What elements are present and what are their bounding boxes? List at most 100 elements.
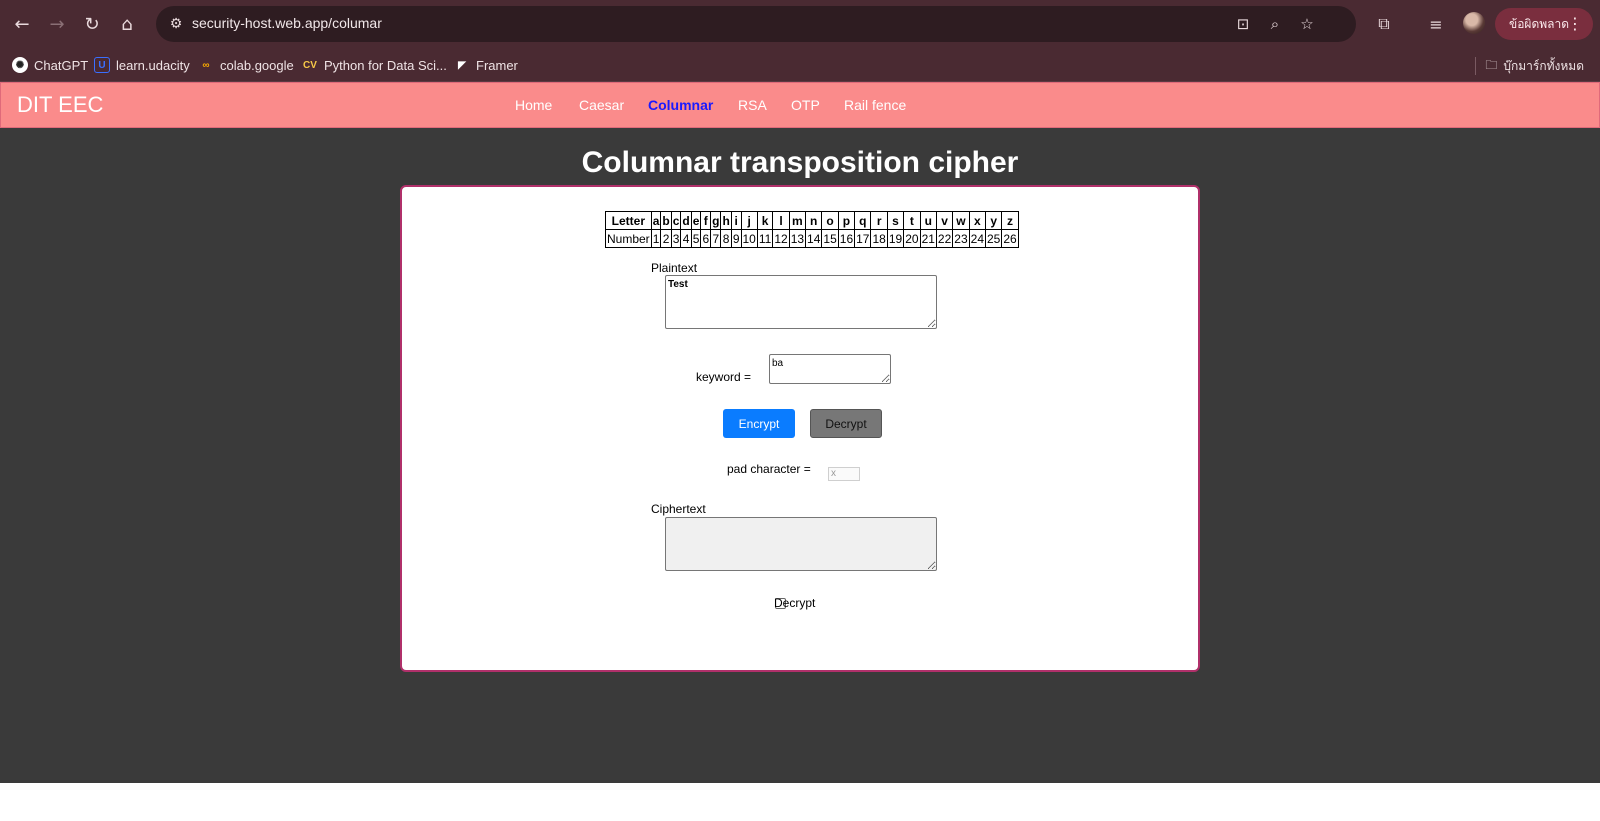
forward-icon[interactable]: → [43, 10, 71, 38]
nav-rsa[interactable]: RSA [738, 97, 767, 113]
bookmark-label: colab.google [220, 57, 294, 73]
letter-cell: r [870, 211, 888, 230]
reading-list-icon[interactable]: ≡ [1424, 12, 1448, 36]
letter-cell: x [968, 211, 987, 230]
pad-character-input[interactable]: x [828, 467, 860, 481]
reload-icon[interactable]: ↻ [78, 10, 106, 38]
address-bar[interactable]: ⚙ security-host.web.app/columar ⊡ ⌕ ☆ [156, 6, 1356, 42]
bookmark-label: Python for Data Sci... [324, 57, 447, 73]
number-cell: 20 [903, 229, 921, 248]
bookmark-label: ChatGPT [34, 57, 89, 73]
letter-cell: y [984, 211, 1003, 230]
letter-cell: u [919, 211, 937, 230]
letter-cell: i [730, 211, 742, 230]
letter-cell: e [690, 211, 702, 230]
letter-cell: d [680, 211, 692, 230]
colab-icon: ∞ [202, 59, 210, 71]
number-cell: 7 [710, 229, 722, 248]
number-cell: 25 [984, 229, 1003, 248]
number-cell: 11 [756, 229, 774, 248]
site-info-icon[interactable]: ⚙ [166, 14, 186, 34]
number-cell: 26 [1001, 229, 1019, 248]
nav-rail-fence[interactable]: Rail fence [844, 97, 906, 113]
home-icon[interactable]: ⌂ [113, 10, 141, 38]
plaintext-input[interactable]: Test [665, 275, 937, 329]
number-row: Number 1 2 3 4 5 6 7 8 9 10 11 12 13 14 15 16 17 18 19 20 21… [605, 229, 1019, 248]
nav-otp[interactable]: OTP [791, 97, 820, 113]
bookmark-star-icon[interactable]: ☆ [1296, 13, 1318, 35]
keyword-input[interactable]: ba [769, 354, 891, 384]
number-cell: 19 [886, 229, 905, 248]
letter-cell: s [886, 211, 905, 230]
install-app-icon[interactable]: ⊡ [1232, 13, 1254, 35]
letter-cell: c [670, 211, 682, 230]
extensions-icon[interactable]: ⧉ [1372, 12, 1396, 36]
nav-home[interactable]: Home [515, 97, 552, 113]
profile-avatar[interactable] [1463, 12, 1485, 34]
zoom-icon[interactable]: ⌕ [1264, 13, 1286, 35]
decrypt-button[interactable]: Decrypt [810, 409, 882, 438]
browser-toolbar: ← → ↻ ⌂ ⚙ security-host.web.app/columar … [0, 0, 1600, 48]
letter-cell: h [720, 211, 732, 230]
number-header: Number [605, 229, 652, 248]
more-menu-icon[interactable]: ⋮ [1567, 14, 1583, 33]
decrypt-checkbox-label[interactable]: Decrypt [774, 596, 815, 610]
letter-cell: a [650, 211, 662, 230]
url-text[interactable]: security-host.web.app/columar [192, 15, 382, 31]
letter-cell: z [1001, 211, 1019, 230]
number-cell: 21 [919, 229, 937, 248]
bookmark-chatgpt[interactable]: ✺ ChatGPT [12, 56, 88, 74]
bookmark-udacity[interactable]: U learn.udacity [94, 56, 190, 74]
letter-cell: q [854, 211, 872, 230]
letter-cell: b [660, 211, 672, 230]
bookmark-colab[interactable]: ∞ colab.google [198, 56, 294, 74]
number-cell: 22 [935, 229, 954, 248]
letter-row: Letter abcdefghijklmnopqrstuvwxyz [605, 211, 1019, 230]
bookmark-framer[interactable]: ◤ Framer [454, 56, 518, 74]
ciphertext-output[interactable] [665, 517, 937, 571]
letter-cell: v [935, 211, 954, 230]
letter-cell: w [952, 211, 970, 230]
number-cell: 5 [690, 229, 702, 248]
pad-character-label: pad character = [727, 462, 811, 476]
keyword-label: keyword = [696, 370, 752, 384]
letter-header: Letter [605, 211, 652, 230]
page-title: Columnar transposition cipher [581, 146, 1019, 179]
number-cell: 16 [837, 229, 856, 248]
all-bookmarks-label: บุ๊กมาร์กทั้งหมด [1503, 59, 1584, 73]
error-button[interactable]: ข้อผิดพลาด ⋮ [1495, 8, 1593, 40]
cv-icon: CV [303, 59, 317, 71]
letter-cell: g [710, 211, 722, 230]
site-navbar: DIT EEC Home Caesar Columnar RSA OTP Rai… [0, 82, 1600, 128]
number-cell: 15 [821, 229, 839, 248]
bookmark-label: learn.udacity [116, 57, 190, 73]
number-cell: 18 [870, 229, 888, 248]
page-body: DIT EEC Home Caesar Columnar RSA OTP Rai… [0, 82, 1600, 783]
letter-cell: f [700, 211, 712, 230]
ciphertext-label: Ciphertext [651, 502, 706, 516]
letter-cell: l [772, 211, 790, 230]
number-cell: 2 [660, 229, 672, 248]
number-cell: 3 [670, 229, 682, 248]
letter-cell: j [740, 211, 758, 230]
framer-icon: ◤ [458, 59, 466, 71]
udacity-icon: U [94, 57, 110, 73]
back-icon[interactable]: ← [8, 10, 36, 38]
brand-logo[interactable]: DIT EEC [17, 92, 103, 118]
folder-icon: 🗀 [1485, 58, 1498, 72]
all-bookmarks-folder[interactable]: 🗀 บุ๊กมาร์กทั้งหมด [1485, 56, 1584, 77]
number-cell: 23 [952, 229, 970, 248]
nav-caesar[interactable]: Caesar [579, 97, 624, 113]
number-cell: 14 [805, 229, 823, 248]
number-cell: 24 [968, 229, 987, 248]
nav-columnar[interactable]: Columnar [648, 97, 713, 113]
number-cell: 8 [720, 229, 732, 248]
number-cell: 12 [772, 229, 790, 248]
bookmarks-divider [1475, 57, 1476, 75]
number-cell: 1 [650, 229, 662, 248]
encrypt-button[interactable]: Encrypt [723, 409, 795, 438]
bottom-strip [0, 783, 1600, 821]
cipher-card: Letter abcdefghijklmnopqrstuvwxyz Number… [400, 185, 1200, 672]
bookmark-python-data-sci[interactable]: CV Python for Data Sci... [302, 56, 447, 74]
chatgpt-icon: ✺ [12, 57, 28, 73]
